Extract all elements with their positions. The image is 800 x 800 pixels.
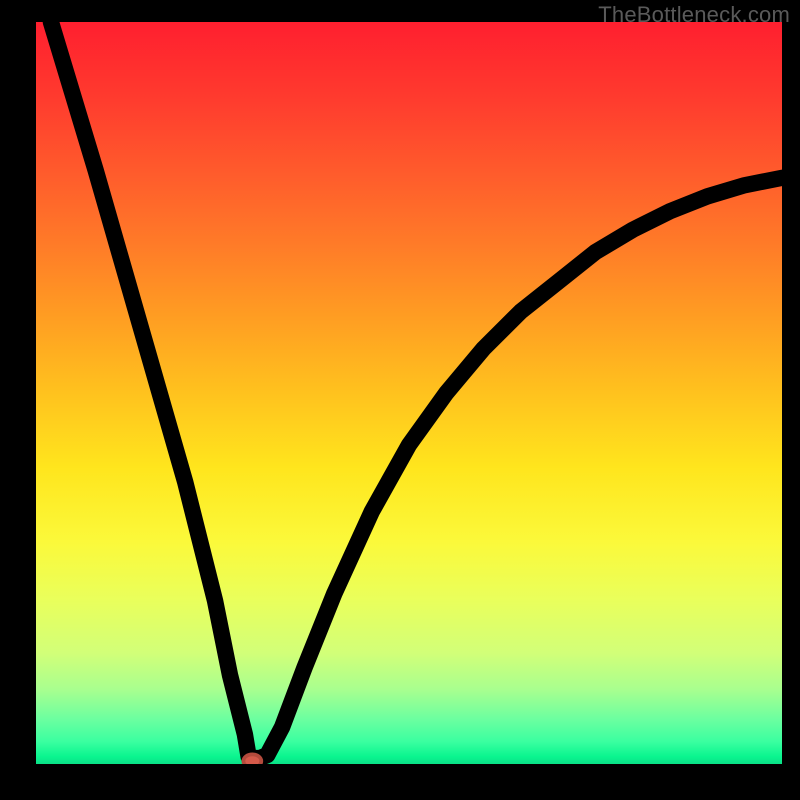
chart-svg xyxy=(36,22,782,764)
bottleneck-curve xyxy=(51,22,782,758)
watermark-text: TheBottleneck.com xyxy=(598,2,790,28)
chart-frame: TheBottleneck.com xyxy=(0,0,800,800)
minimum-marker xyxy=(243,754,261,764)
plot-area xyxy=(36,22,782,764)
